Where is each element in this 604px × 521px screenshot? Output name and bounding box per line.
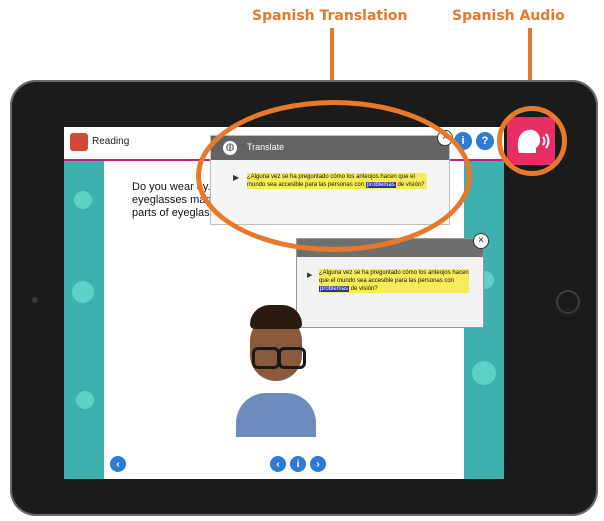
bottom-nav: ‹ ‹ i › bbox=[64, 449, 504, 479]
star-decoration bbox=[76, 391, 94, 409]
chevron-right-icon: › bbox=[316, 458, 320, 470]
bubble-decoration bbox=[72, 281, 94, 303]
chevron-left-icon: ‹ bbox=[276, 458, 280, 470]
boy-shirt bbox=[236, 393, 316, 437]
help-icon: ? bbox=[481, 135, 489, 147]
translation-highlight-ring bbox=[196, 100, 472, 252]
info-icon: i bbox=[461, 135, 465, 147]
eyeglasses-right-lens bbox=[278, 347, 306, 369]
secondary-close-button[interactable]: × bbox=[473, 233, 489, 249]
prev-page-button[interactable]: ‹ bbox=[270, 456, 286, 472]
back-button[interactable]: ‹ bbox=[110, 456, 126, 472]
help-button[interactable]: ? bbox=[476, 132, 494, 150]
app-title: Reading bbox=[92, 136, 130, 147]
reading-book-icon bbox=[70, 133, 88, 151]
secondary-translation-text: ¿Alguna vez se ha preguntado cómo los an… bbox=[319, 269, 469, 293]
chevron-left-icon: ‹ bbox=[116, 458, 120, 470]
secondary-highlight-word[interactable]: problemas bbox=[319, 286, 350, 292]
boy-hair bbox=[250, 305, 302, 329]
eyeglasses-left-lens bbox=[252, 347, 280, 369]
info-icon: i bbox=[296, 458, 300, 470]
camera-dot bbox=[32, 297, 38, 303]
spanish-translation-callout: Spanish Translation bbox=[252, 8, 408, 24]
page-info-button[interactable]: i bbox=[290, 456, 306, 472]
boy-photo bbox=[236, 295, 316, 437]
spanish-audio-callout: Spanish Audio bbox=[452, 8, 565, 24]
secondary-text-before: ¿Alguna vez se ha preguntado cómo los an… bbox=[319, 270, 469, 284]
sunburst-decoration bbox=[472, 361, 496, 385]
secondary-text-after: de visión? bbox=[350, 286, 378, 292]
left-decorative-panel bbox=[64, 161, 104, 479]
close-icon: × bbox=[478, 235, 484, 246]
sparkle-decoration bbox=[74, 191, 92, 209]
home-button bbox=[556, 290, 580, 314]
next-page-button[interactable]: › bbox=[310, 456, 326, 472]
audio-highlight-ring bbox=[497, 106, 567, 176]
play-arrow-icon[interactable]: ▶ bbox=[307, 271, 312, 279]
